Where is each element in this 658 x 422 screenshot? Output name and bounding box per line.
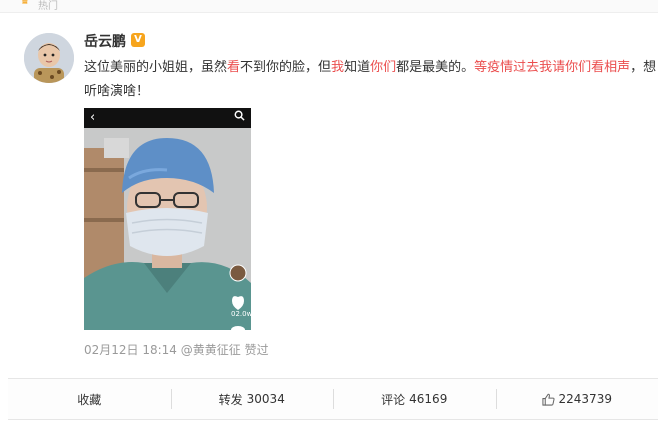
post-author[interactable]: 岳云鹏 (84, 31, 126, 51)
like-button[interactable]: 2243739 (495, 379, 658, 419)
crown-icon: ♛ (20, 0, 30, 7)
like-count: 2243739 (558, 392, 612, 406)
top-strip: ♛ 热门 (0, 0, 658, 13)
text-part: 这位美丽的小姐姐，虽然 (84, 60, 228, 75)
text-highlight: 你们 (370, 60, 397, 75)
hot-label: 热门 (38, 1, 58, 12)
text-highlight: 等疫情过去我请你们看相声 (474, 60, 631, 75)
favorite-label: 收藏 (77, 392, 102, 407)
text-part: 知道 (344, 60, 371, 75)
repost-button[interactable]: 转发 30034 (170, 379, 334, 419)
avatar[interactable] (24, 33, 74, 83)
comment-label: 评论 (381, 392, 406, 407)
comment-count: 46169 (409, 392, 448, 406)
video-thumbnail[interactable]: ‹ 02.0w (84, 108, 251, 330)
search-icon[interactable] (234, 110, 245, 121)
repost-count: 30034 (246, 392, 285, 406)
text-part: 都是最美的。 (396, 60, 475, 75)
video-counter: 02.0w (231, 310, 251, 318)
back-icon[interactable]: ‹ (90, 110, 95, 125)
text-highlight: 我 (331, 60, 345, 75)
action-bar: 收藏 转发 30034 评论 46169 2243739 (8, 378, 658, 420)
post-text: 这位美丽的小姐姐，虽然看不到你的脸，但我知道你们都是最美的。等疫情过去我请你们看… (84, 56, 658, 104)
favorite-button[interactable]: 收藏 (8, 379, 171, 419)
verified-badge-icon: V (131, 33, 145, 47)
post-timestamp[interactable]: 02月12日 18:14 (84, 343, 177, 357)
post-meta: 02月12日 18:14 @黄黄征征 赞过 (84, 341, 269, 358)
repost-label: 转发 (218, 392, 243, 407)
comment-button[interactable]: 评论 46169 (333, 379, 496, 419)
video-top-bar: ‹ (84, 108, 251, 128)
liker-link[interactable]: @黄黄征征 (181, 343, 241, 357)
text-highlight: 看 (227, 60, 241, 75)
video-frame (84, 108, 251, 330)
text-part: 不到你的脸，但 (240, 60, 332, 75)
avatar-image (24, 33, 74, 83)
liked-label: 赞过 (244, 343, 269, 357)
thumbs-up-icon (541, 393, 555, 406)
